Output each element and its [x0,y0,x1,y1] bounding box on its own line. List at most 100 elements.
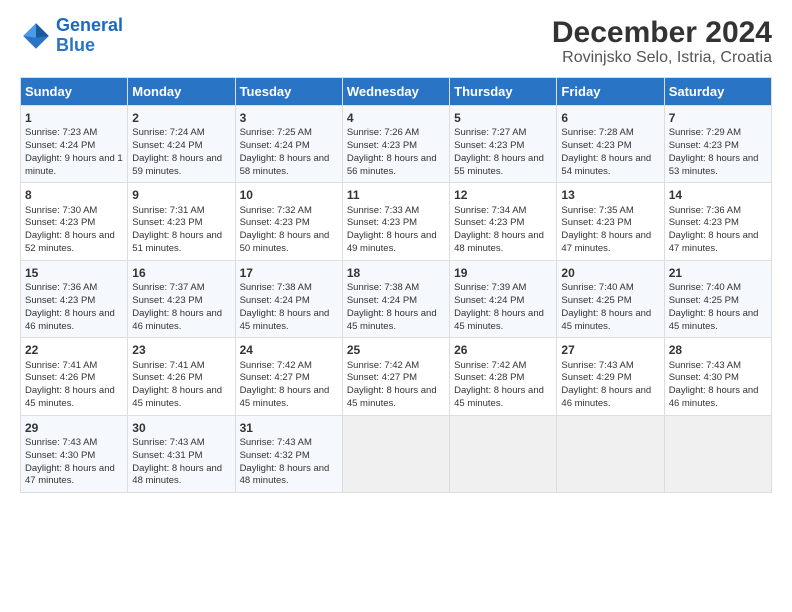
sunset-text: Sunset: 4:24 PM [240,295,310,306]
sunset-text: Sunset: 4:30 PM [669,372,739,383]
sunrise-text: Sunrise: 7:34 AM [454,205,526,216]
calendar-cell: 27Sunrise: 7:43 AMSunset: 4:29 PMDayligh… [557,338,664,415]
day-number: 2 [132,110,230,126]
sunrise-text: Sunrise: 7:39 AM [454,282,526,293]
calendar-cell: 24Sunrise: 7:42 AMSunset: 4:27 PMDayligh… [235,338,342,415]
calendar-cell: 26Sunrise: 7:42 AMSunset: 4:28 PMDayligh… [450,338,557,415]
calendar-cell [450,415,557,492]
week-row-3: 15Sunrise: 7:36 AMSunset: 4:23 PMDayligh… [21,260,772,337]
day-number: 31 [240,420,338,436]
sunset-text: Sunset: 4:23 PM [347,140,417,151]
sunset-text: Sunset: 4:24 PM [132,140,202,151]
calendar-cell: 21Sunrise: 7:40 AMSunset: 4:25 PMDayligh… [664,260,771,337]
sunset-text: Sunset: 4:30 PM [25,450,95,461]
calendar-cell [342,415,449,492]
week-row-5: 29 Sunrise: 7:43 AM Sunset: 4:30 PM Dayligh… [21,415,772,492]
calendar-subtitle: Rovinjsko Selo, Istria, Croatia [552,49,772,67]
daylight-text: Daylight: 8 hours and 48 minutes. [454,230,544,254]
header-day-friday: Friday [557,78,664,106]
calendar-cell: 8Sunrise: 7:30 AMSunset: 4:23 PMDaylight… [21,183,128,260]
daylight-text: Daylight: 8 hours and 58 minutes. [240,153,330,177]
calendar-cell [557,415,664,492]
calendar-cell: 25Sunrise: 7:42 AMSunset: 4:27 PMDayligh… [342,338,449,415]
daylight-text: Daylight: 8 hours and 48 minutes. [132,463,222,487]
day-number: 20 [561,265,659,281]
daylight-text: Daylight: 8 hours and 59 minutes. [132,153,222,177]
sunrise-text: Sunrise: 7:42 AM [240,360,312,371]
daylight-text: Daylight: 8 hours and 45 minutes. [240,385,330,409]
sunrise-text: Sunrise: 7:35 AM [561,205,633,216]
calendar-cell: 4Sunrise: 7:26 AMSunset: 4:23 PMDaylight… [342,106,449,183]
day-number: 25 [347,342,445,358]
calendar-cell: 5Sunrise: 7:27 AM Sunset: 4:23 PM Daylight… [450,106,557,183]
sunrise-text: Sunrise: 7:40 AM [561,282,633,293]
sunrise-text: Sunrise: 7:40 AM [669,282,741,293]
calendar-cell: 15Sunrise: 7:36 AMSunset: 4:23 PMDayligh… [21,260,128,337]
logo-icon [20,20,52,52]
logo: General Blue [20,16,123,56]
daylight-text: Daylight: 8 hours and 47 minutes. [561,230,651,254]
day-number: 16 [132,265,230,281]
title-block: December 2024 Rovinjsko Selo, Istria, Cr… [552,16,772,67]
daylight-text: Daylight: 8 hours and 48 minutes. [240,463,330,487]
sunset-text: Sunset: 4:32 PM [240,450,310,461]
sunset-text: Sunset: 4:25 PM [669,295,739,306]
sunrise-text: Sunrise: 7:30 AM [25,205,97,216]
calendar-cell: 23Sunrise: 7:41 AMSunset: 4:26 PMDayligh… [128,338,235,415]
day-number: 23 [132,342,230,358]
calendar-cell: 6Sunrise: 7:28 AMSunset: 4:23 PMDaylight… [557,106,664,183]
calendar-cell: 3Sunrise: 7:25 AMSunset: 4:24 PMDaylight… [235,106,342,183]
sunrise-text: Sunrise: 7:38 AM [240,282,312,293]
calendar-cell: 7Sunrise: 7:29 AM Sunset: 4:23 PM Daylight… [664,106,771,183]
calendar-cell: 17Sunrise: 7:38 AM Sunset: 4:24 PM Dayligh… [235,260,342,337]
sunrise-text: Sunrise: 7:23 AM [25,127,97,138]
day-number: 29 [25,420,123,436]
sunset-text: Sunset: 4:23 PM [669,140,739,151]
daylight-text: Daylight: 8 hours and 45 minutes. [240,308,330,332]
calendar-cell: 30Sunrise: 7:43 AMSunset: 4:31 PMDayligh… [128,415,235,492]
daylight-text: Daylight: 8 hours and 55 minutes. [454,153,544,177]
sunrise-text: Sunrise: 7:43 AM [240,437,312,448]
daylight-text: Daylight: 8 hours and 53 minutes. [669,153,759,177]
sunrise-text: Sunrise: 7:25 AM [240,127,312,138]
daylight-text: Daylight: 8 hours and 50 minutes. [240,230,330,254]
sunrise-text: Sunrise: 7:27 AM [454,127,526,138]
calendar-cell [664,415,771,492]
sunrise-text: Sunrise: 7:29 AM [669,127,741,138]
header-day-tuesday: Tuesday [235,78,342,106]
calendar-cell: 18Sunrise: 7:38 AMSunset: 4:24 PMDayligh… [342,260,449,337]
sunset-text: Sunset: 4:23 PM [561,217,631,228]
day-number: 7 [669,110,767,126]
sunset-text: Sunset: 4:23 PM [454,140,524,151]
calendar-table: SundayMondayTuesdayWednesdayThursdayFrid… [20,77,772,493]
calendar-cell: 20Sunrise: 7:40 AM Sunset: 4:25 PM Dayligh… [557,260,664,337]
sunrise-text: Sunrise: 7:32 AM [240,205,312,216]
calendar-header: SundayMondayTuesdayWednesdayThursdayFrid… [21,78,772,106]
week-row-4: 22Sunrise: 7:41 AMSunset: 4:26 PMDayligh… [21,338,772,415]
sunset-text: Sunset: 4:23 PM [454,217,524,228]
day-number: 27 [561,342,659,358]
day-number: 5 [454,110,552,126]
sunset-text: Sunset: 4:23 PM [25,295,95,306]
calendar-cell: 28Sunrise: 7:43 AMSunset: 4:30 PMDayligh… [664,338,771,415]
daylight-text: Daylight: 8 hours and 46 minutes. [25,308,115,332]
day-number: 4 [347,110,445,126]
sunrise-text: Sunrise: 7:41 AM [132,360,204,371]
daylight-text: Daylight: 8 hours and 45 minutes. [561,308,651,332]
day-number: 21 [669,265,767,281]
sunset-text: Sunset: 4:26 PM [25,372,95,383]
sunset-text: Sunset: 4:23 PM [347,217,417,228]
day-number: 17 [240,265,338,281]
sunset-text: Sunset: 4:23 PM [669,217,739,228]
day-number: 18 [347,265,445,281]
sunset-text: Sunset: 4:25 PM [561,295,631,306]
daylight-text: Daylight: 8 hours and 45 minutes. [454,385,544,409]
daylight-text: Daylight: 8 hours and 46 minutes. [561,385,651,409]
daylight-text: Daylight: 8 hours and 51 minutes. [132,230,222,254]
logo-line1: General [56,15,123,35]
daylight-text: Daylight: 8 hours and 45 minutes. [132,385,222,409]
calendar-cell: 13Sunrise: 7:35 AMSunset: 4:23 PMDayligh… [557,183,664,260]
header-day-sunday: Sunday [21,78,128,106]
calendar-cell: 2Sunrise: 7:24 AMSunset: 4:24 PMDaylight… [128,106,235,183]
calendar-cell: 16Sunrise: 7:37 AMSunset: 4:23 PMDayligh… [128,260,235,337]
